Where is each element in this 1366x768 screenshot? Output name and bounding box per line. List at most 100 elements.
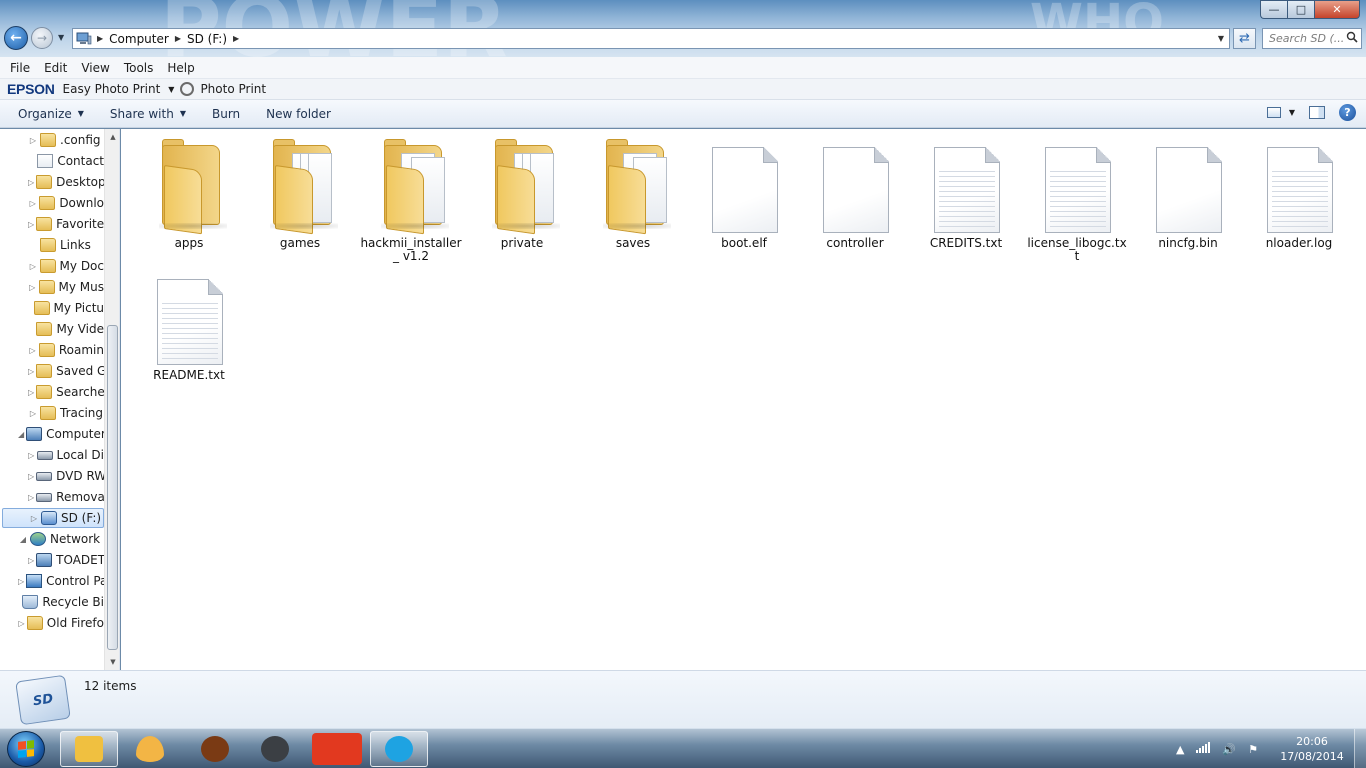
expand-arrow-icon[interactable]: ▷ bbox=[28, 283, 37, 292]
collapse-arrow-icon[interactable]: ◢ bbox=[18, 430, 24, 439]
show-desktop-button[interactable] bbox=[1354, 729, 1366, 768]
expand-arrow-icon[interactable]: ▷ bbox=[28, 346, 37, 355]
organize-button[interactable]: Organize ▼ bbox=[10, 107, 92, 121]
file-item-nincfg-bin[interactable]: nincfg.bin bbox=[1136, 135, 1240, 250]
tree-item-desktop[interactable]: ▷ Desktop bbox=[28, 172, 106, 192]
breadcrumb-separator[interactable]: ▶ bbox=[95, 34, 105, 43]
tree-item-control-pa[interactable]: ▷ Control Pa bbox=[18, 571, 107, 591]
tree-item-contact[interactable]: Contact bbox=[28, 151, 104, 171]
tree-item-my-pictu[interactable]: My Pictu bbox=[28, 298, 104, 318]
folder-item-saves[interactable]: saves bbox=[581, 135, 685, 250]
share-with-button[interactable]: Share with ▼ bbox=[102, 107, 194, 121]
scroll-down-arrow[interactable]: ▼ bbox=[105, 654, 119, 670]
steam-taskbar-button[interactable] bbox=[246, 731, 304, 767]
tree-item-searche[interactable]: ▷ Searche bbox=[28, 382, 105, 402]
tree-item-toadet[interactable]: ▷ TOADET bbox=[28, 550, 105, 570]
expand-arrow-icon[interactable]: ▷ bbox=[29, 514, 39, 523]
preview-pane-button[interactable] bbox=[1309, 106, 1325, 119]
breadcrumb-separator[interactable]: ▶ bbox=[231, 34, 241, 43]
tree-item-downlo[interactable]: ▷ Downlo bbox=[28, 193, 104, 213]
expand-arrow-icon[interactable]: ▷ bbox=[28, 136, 38, 145]
tree-item-my-vide[interactable]: My Vide bbox=[28, 319, 104, 339]
tree-item-remova[interactable]: ▷ Remova bbox=[28, 487, 105, 507]
skype-taskbar-button[interactable] bbox=[370, 731, 428, 767]
menu-edit[interactable]: Edit bbox=[37, 61, 74, 75]
app-taskbar-button-5[interactable] bbox=[308, 731, 366, 767]
search-box[interactable]: Search SD (... bbox=[1262, 28, 1362, 49]
tree-item-saved-g[interactable]: ▷ Saved G bbox=[28, 361, 106, 381]
new-folder-button[interactable]: New folder bbox=[258, 107, 339, 121]
tree-item-old-firefo[interactable]: ▷ Old Firefo bbox=[18, 613, 104, 633]
breadcrumb-computer[interactable]: Computer bbox=[105, 32, 173, 46]
folder-item-private[interactable]: private bbox=[470, 135, 574, 250]
breadcrumb-separator[interactable]: ▶ bbox=[173, 34, 183, 43]
folder-item-games[interactable]: games bbox=[248, 135, 352, 250]
taskbar-clock[interactable]: 20:06 17/08/2014 bbox=[1270, 734, 1354, 764]
forward-button[interactable]: → bbox=[31, 27, 53, 49]
refresh-button[interactable]: ⇄ bbox=[1233, 28, 1256, 49]
file-item-license-libogc-txt[interactable]: license_libogc.txt bbox=[1025, 135, 1129, 263]
address-history-dropdown[interactable]: ▼ bbox=[1213, 34, 1229, 43]
tree-item-sd-f[interactable]: ▷ SD (F:) bbox=[2, 508, 104, 528]
expand-arrow-icon[interactable]: ▷ bbox=[18, 619, 25, 628]
start-button[interactable] bbox=[7, 731, 45, 767]
expand-arrow-icon[interactable]: ▷ bbox=[28, 262, 38, 271]
tree-item-my-doc[interactable]: ▷ My Doc bbox=[28, 256, 104, 276]
search-input-placeholder[interactable]: Search SD (... bbox=[1269, 32, 1344, 45]
expand-arrow-icon[interactable]: ▷ bbox=[28, 493, 34, 502]
show-hidden-icons-icon[interactable]: ▲ bbox=[1176, 743, 1184, 756]
help-button[interactable]: ? bbox=[1339, 104, 1356, 121]
expand-arrow-icon[interactable]: ▷ bbox=[28, 220, 34, 229]
file-item-credits-txt[interactable]: CREDITS.txt bbox=[914, 135, 1018, 250]
action-center-flag-icon[interactable]: ⚑ bbox=[1248, 743, 1258, 756]
tree-item-computer[interactable]: ◢ Computer bbox=[18, 424, 106, 444]
file-item-boot-elf[interactable]: boot.elf bbox=[692, 135, 796, 250]
burn-button[interactable]: Burn bbox=[204, 107, 248, 121]
expand-arrow-icon[interactable]: ▷ bbox=[28, 409, 38, 418]
easy-photo-print-button[interactable]: Easy Photo Print bbox=[63, 82, 161, 96]
network-signal-icon[interactable] bbox=[1196, 742, 1211, 756]
change-view-button[interactable]: ▼ bbox=[1266, 107, 1295, 118]
expand-arrow-icon[interactable]: ▷ bbox=[28, 388, 34, 397]
photo-print-button[interactable]: Photo Print bbox=[200, 82, 266, 96]
tree-item-recycle-bi[interactable]: Recycle Bi bbox=[18, 592, 104, 612]
tree-item-roamin[interactable]: ▷ Roamin bbox=[28, 340, 104, 360]
tree-item-dvd-rw[interactable]: ▷ DVD RW bbox=[28, 466, 106, 486]
explorer-taskbar-button[interactable] bbox=[60, 731, 118, 767]
address-bar[interactable]: ▶ Computer ▶ SD (F:) ▶ ▼ bbox=[72, 28, 1230, 49]
expand-arrow-icon[interactable]: ▷ bbox=[18, 577, 24, 586]
menu-view[interactable]: View bbox=[74, 61, 116, 75]
folder-item-apps[interactable]: apps bbox=[137, 135, 241, 250]
tree-item-my-mus[interactable]: ▷ My Mus bbox=[28, 277, 104, 297]
expand-arrow-icon[interactable]: ▷ bbox=[28, 556, 34, 565]
expand-arrow-icon[interactable]: ▷ bbox=[28, 199, 37, 208]
easy-photo-print-dropdown[interactable]: ▼ bbox=[168, 85, 174, 94]
expand-arrow-icon[interactable]: ▷ bbox=[28, 178, 34, 187]
minimize-button[interactable]: — bbox=[1260, 0, 1287, 19]
menu-help[interactable]: Help bbox=[160, 61, 201, 75]
navigation-scrollbar[interactable]: ▲ ▼ bbox=[104, 129, 119, 670]
breadcrumb-sd[interactable]: SD (F:) bbox=[183, 32, 231, 46]
folder-item-hackmii-installer-v1-2[interactable]: hackmii_installer_ v1.2 bbox=[359, 135, 463, 263]
close-button[interactable]: ✕ bbox=[1314, 0, 1360, 19]
file-item-controller[interactable]: controller bbox=[803, 135, 907, 250]
collapse-arrow-icon[interactable]: ◢ bbox=[18, 535, 28, 544]
expand-arrow-icon[interactable]: ▷ bbox=[28, 367, 34, 376]
tree-item-config[interactable]: ▷ .config bbox=[28, 130, 104, 150]
maximize-button[interactable]: □ bbox=[1287, 0, 1314, 19]
tree-item-favorite[interactable]: ▷ Favorite bbox=[28, 214, 104, 234]
tree-item-links[interactable]: Links bbox=[28, 235, 104, 255]
scrollbar-thumb[interactable] bbox=[107, 325, 118, 650]
app-taskbar-button-2[interactable] bbox=[121, 731, 179, 767]
menu-tools[interactable]: Tools bbox=[117, 61, 161, 75]
menu-file[interactable]: File bbox=[3, 61, 37, 75]
tree-item-local-di[interactable]: ▷ Local Di bbox=[28, 445, 104, 465]
file-item-readme-txt[interactable]: README.txt bbox=[137, 267, 241, 382]
volume-icon[interactable]: 🔊 bbox=[1222, 743, 1236, 756]
back-button[interactable]: ← bbox=[4, 26, 28, 50]
expand-arrow-icon[interactable]: ▷ bbox=[28, 451, 35, 460]
search-icon[interactable] bbox=[1346, 31, 1358, 46]
tree-item-network[interactable]: ◢ Network bbox=[18, 529, 104, 549]
scroll-up-arrow[interactable]: ▲ bbox=[105, 129, 119, 145]
tree-item-tracing[interactable]: ▷ Tracing bbox=[28, 403, 104, 423]
